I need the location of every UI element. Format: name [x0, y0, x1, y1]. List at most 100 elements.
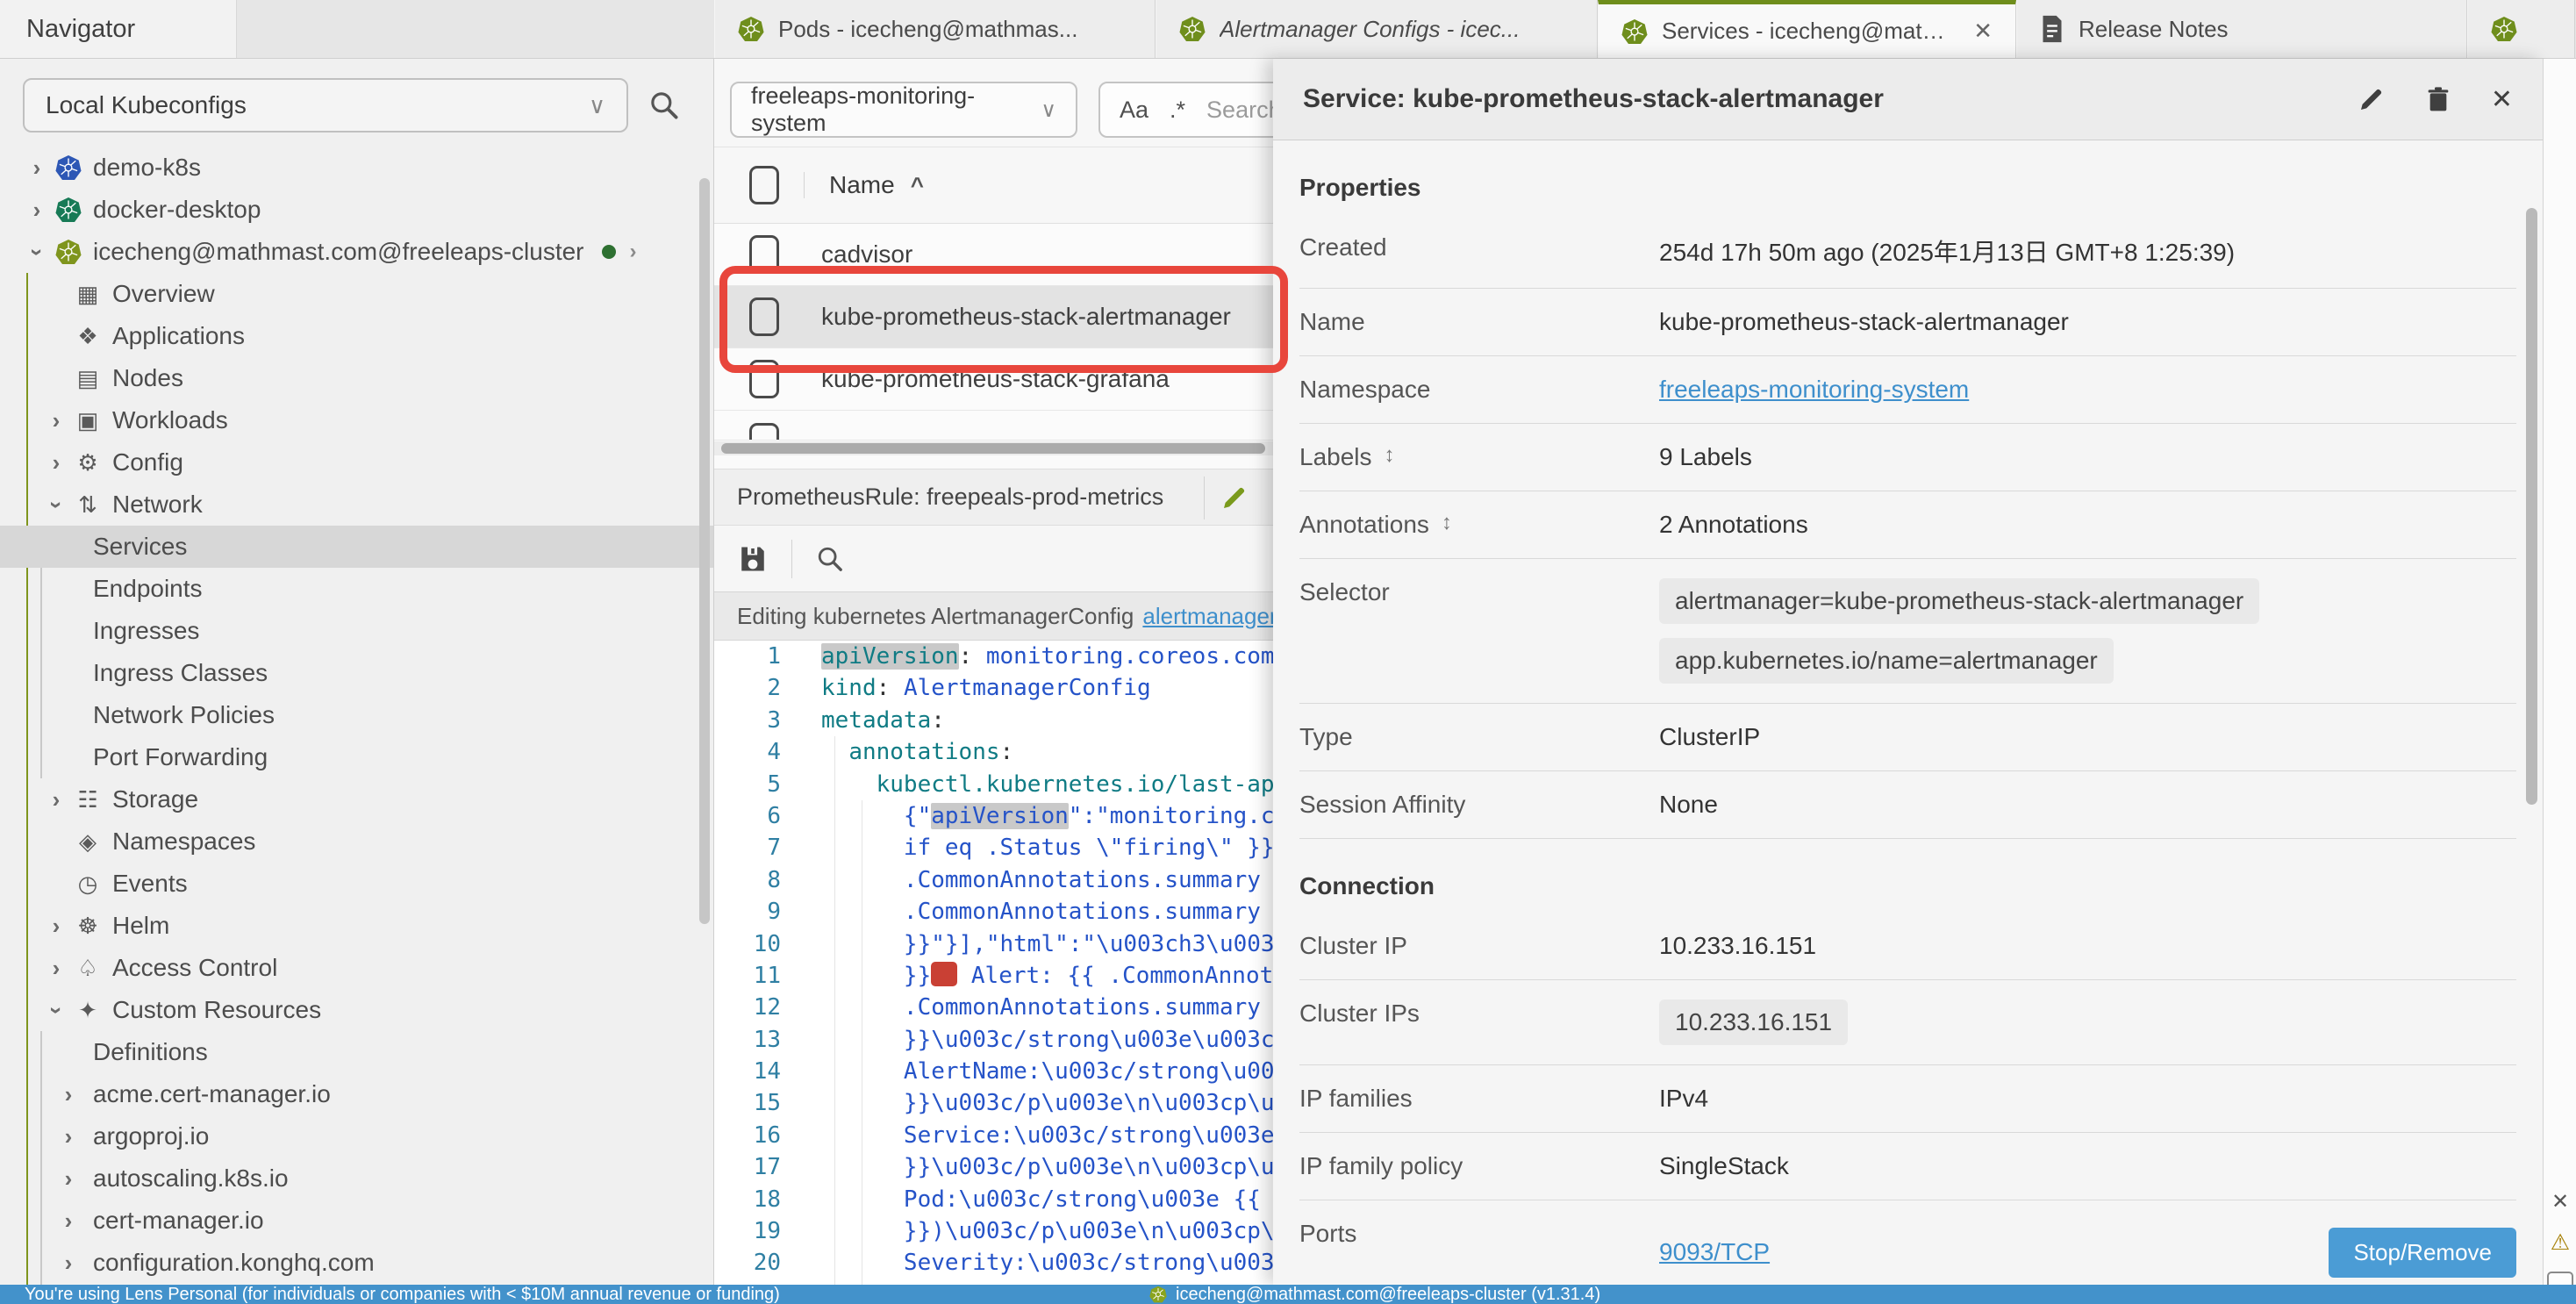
- row-checkbox[interactable]: [749, 235, 779, 274]
- chevron-down-icon[interactable]: ›: [42, 997, 70, 1024]
- sidebar-item-workloads[interactable]: ›▣Workloads: [0, 399, 713, 441]
- select-all-checkbox[interactable]: [749, 166, 779, 204]
- drawer-row-value: 9 Labels: [1659, 443, 1752, 471]
- chevron-right-icon[interactable]: ›: [630, 240, 637, 264]
- chevron-right-icon[interactable]: ›: [54, 1165, 82, 1193]
- sidebar-item-events[interactable]: ◷Events: [0, 863, 713, 905]
- tab-close-icon[interactable]: ✕: [1973, 18, 1993, 45]
- chevron-right-icon[interactable]: ›: [42, 449, 70, 476]
- warning-icon[interactable]: ⚠: [2547, 1229, 2573, 1256]
- table-row-cadvisor[interactable]: cadvisor: [714, 224, 1273, 286]
- tab-Services - icecheng@math...[interactable]: Services - icecheng@math...✕: [1598, 0, 2016, 58]
- yaml-editor[interactable]: 1apiVersion: monitoring.coreos.com/v12ki…: [714, 641, 1273, 1285]
- sidebar-item-config[interactable]: ›⚙Config: [0, 441, 713, 484]
- delete-trash-icon[interactable]: [2424, 85, 2452, 113]
- name-column-header[interactable]: Name: [829, 171, 895, 199]
- sidebar-item-icecheng-mathmast-com-freeleaps-cluster[interactable]: › icecheng@mathmast.com@freeleaps-cluste…: [0, 231, 713, 273]
- drawer-body: PropertiesCreated254d 17h 50m ago (2025年…: [1273, 140, 2543, 1285]
- kubernetes-icon: [55, 239, 82, 265]
- sidebar-item-applications[interactable]: ❖Applications: [0, 315, 713, 357]
- active-cluster-status[interactable]: icecheng@mathmast.com@freeleaps-cluster …: [1149, 1285, 1600, 1304]
- sidebar-item-namespaces[interactable]: ◈Namespaces: [0, 820, 713, 863]
- port-link[interactable]: 9093/TCP: [1659, 1238, 1770, 1266]
- drawer-row-name: Namekube-prometheus-stack-alertmanager: [1299, 289, 2516, 356]
- kubeconfig-select[interactable]: Local Kubeconfigs ∨: [23, 78, 628, 133]
- sidebar-item-endpoints[interactable]: Endpoints: [0, 568, 713, 610]
- sidebar-item-definitions[interactable]: Definitions: [0, 1031, 713, 1073]
- sidebar-item-docker-desktop[interactable]: › docker-desktop: [0, 189, 713, 231]
- table-row-kube-prometheus-stack-grafana[interactable]: kube-prometheus-stack-grafana: [714, 348, 1273, 411]
- chevron-right-icon[interactable]: ›: [54, 1123, 82, 1150]
- namespace-select[interactable]: freeleaps-monitoring-system ∨: [730, 82, 1077, 138]
- stop-remove-button[interactable]: Stop/Remove: [2329, 1228, 2516, 1278]
- status-bar: You're using Lens Personal (for individu…: [0, 1285, 2576, 1304]
- sidebar-item-configuration-konghq-com[interactable]: ›configuration.konghq.com: [0, 1242, 713, 1284]
- sidebar-item-storage[interactable]: ›☷Storage: [0, 778, 713, 820]
- chevron-right-icon[interactable]: ›: [42, 786, 70, 813]
- row-checkbox[interactable]: [749, 360, 779, 398]
- sidebar-item-autoscaling-k8s-io[interactable]: ›autoscaling.k8s.io: [0, 1157, 713, 1200]
- namespace-link[interactable]: freeleaps-monitoring-system: [1659, 376, 1969, 403]
- code-line: 12 .CommonAnnotations.summary }}: [714, 992, 1273, 1023]
- sidebar-item-demo-k8s[interactable]: › demo-k8s: [0, 147, 713, 189]
- drawer-row-value: SingleStack: [1659, 1152, 1789, 1180]
- sidebar-item-nodes[interactable]: ▤Nodes: [0, 357, 713, 399]
- resource-dock-tab[interactable]: PrometheusRule: freepeals-prod-metrics: [714, 469, 1273, 526]
- row-checkbox[interactable]: [749, 297, 779, 336]
- tab-Alertmanager Configs - icec...[interactable]: Alertmanager Configs - icec...: [1156, 0, 1598, 58]
- save-icon[interactable]: [737, 543, 769, 575]
- chevron-right-icon[interactable]: ›: [54, 1207, 82, 1235]
- kubernetes-icon: [55, 154, 82, 181]
- table-row-partial[interactable]: [714, 411, 1273, 441]
- chevron-right-icon[interactable]: ›: [54, 1250, 82, 1277]
- chevron-right-icon[interactable]: ›: [23, 154, 51, 182]
- sort-ascending-icon[interactable]: ^: [911, 172, 924, 199]
- regex-toggle[interactable]: .*: [1170, 97, 1185, 124]
- code-text: kind: AlertmanagerConfig: [781, 672, 1151, 704]
- tab-overflow-partial[interactable]: [2467, 0, 2575, 58]
- sidebar-item-network-policies[interactable]: Network Policies: [0, 694, 713, 736]
- license-notice: You're using Lens Personal (for individu…: [25, 1285, 780, 1304]
- sidebar-item-network[interactable]: ›⇅Network: [0, 484, 713, 526]
- sort-toggle-icon[interactable]: ↕: [1442, 511, 1452, 535]
- sidebar-item-ingresses[interactable]: Ingresses: [0, 610, 713, 652]
- edit-pencil-icon[interactable]: [1220, 484, 1249, 512]
- sidebar-item-cert-manager-io[interactable]: ›cert-manager.io: [0, 1200, 713, 1242]
- tab-Release Notes[interactable]: Release Notes: [2016, 0, 2467, 58]
- sidebar-item-services[interactable]: Services: [0, 526, 713, 568]
- edit-pencil-icon[interactable]: [2358, 85, 2386, 113]
- chevron-right-icon[interactable]: ›: [42, 407, 70, 434]
- editor-banner-link[interactable]: alertmanager: [1142, 603, 1273, 630]
- match-case-toggle[interactable]: Aa: [1120, 97, 1148, 124]
- horizontal-scrollbar-thumb[interactable]: [721, 443, 1265, 454]
- chevron-right-icon[interactable]: ›: [42, 955, 70, 982]
- chevron-right-icon[interactable]: ›: [54, 1081, 82, 1108]
- search-input[interactable]: Aa .* Search: [1098, 82, 1273, 138]
- chevron-right-icon[interactable]: ›: [42, 913, 70, 940]
- sidebar-item-custom-resources[interactable]: ›✦Custom Resources: [0, 989, 713, 1031]
- tab-Pods - icecheng@mathmas...[interactable]: Pods - icecheng@mathmas...: [714, 0, 1156, 58]
- sidebar-item-ingress-classes[interactable]: Ingress Classes: [0, 652, 713, 694]
- tree-items: › demo-k8s› docker-desktop› icecheng@mat…: [0, 147, 713, 1284]
- sidebar-item-argoproj-io[interactable]: ›argoproj.io: [0, 1115, 713, 1157]
- sidebar-scrollbar[interactable]: [699, 178, 710, 924]
- sidebar-item-port-forwarding[interactable]: Port Forwarding: [0, 736, 713, 778]
- network-icon: ⇅: [70, 491, 105, 519]
- drawer-scrollbar[interactable]: [2526, 208, 2537, 805]
- horizontal-scrollbar[interactable]: [714, 441, 1273, 455]
- sort-toggle-icon[interactable]: ↕: [1385, 443, 1395, 468]
- chevron-right-icon[interactable]: ›: [23, 197, 51, 224]
- table-row-kube-prometheus-stack-alertmanager[interactable]: kube-prometheus-stack-alertmanager: [714, 286, 1273, 348]
- chevron-down-icon[interactable]: ›: [42, 491, 70, 519]
- sidebar-item-access-control[interactable]: ›♤Access Control: [0, 947, 713, 989]
- sidebar-item-overview[interactable]: ▦Overview: [0, 273, 713, 315]
- sidebar-item-acme-cert-manager-io[interactable]: ›acme.cert-manager.io: [0, 1073, 713, 1115]
- row-checkbox[interactable]: [749, 423, 779, 441]
- code-text: Severity:\u003c/strong\u003e: [781, 1247, 1273, 1279]
- close-icon[interactable]: ✕: [2491, 84, 2513, 115]
- sidebar-item-helm[interactable]: ›☸Helm: [0, 905, 713, 947]
- search-icon[interactable]: [648, 89, 681, 122]
- editor-search-icon[interactable]: [815, 544, 845, 574]
- chevron-down-icon[interactable]: ›: [23, 239, 51, 266]
- close-icon[interactable]: ✕: [2547, 1189, 2573, 1214]
